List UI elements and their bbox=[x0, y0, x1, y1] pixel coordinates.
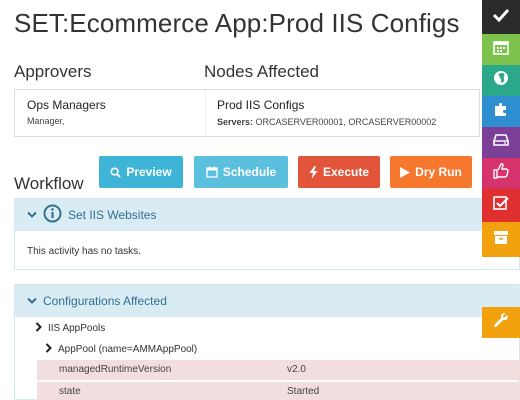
rail-item-storage[interactable] bbox=[482, 127, 520, 158]
hdd-icon bbox=[493, 133, 509, 152]
tree-node-iis-apppools[interactable]: IIS AppPools bbox=[35, 322, 105, 335]
preview-button[interactable]: Preview bbox=[99, 156, 183, 188]
schedule-button[interactable]: Schedule bbox=[194, 156, 288, 188]
play-icon bbox=[400, 166, 411, 178]
approvers-nodes-box: Ops Managers Manager, Prod IIS Configs S… bbox=[14, 89, 480, 137]
workflow-heading: Workflow bbox=[14, 174, 84, 193]
schedule-label: Schedule bbox=[222, 165, 277, 179]
tree-node-label: IIS AppPools bbox=[48, 323, 106, 334]
side-action-rail bbox=[482, 0, 520, 338]
wrench-icon bbox=[493, 312, 509, 333]
rail-item-check[interactable] bbox=[482, 0, 520, 34]
config-row: managedRuntimeVersion v2.0 bbox=[37, 360, 520, 380]
config-value: Started bbox=[287, 386, 320, 397]
chevron-right-icon bbox=[35, 322, 42, 335]
activity-panel-header[interactable]: Set IIS Websites bbox=[15, 199, 519, 231]
rail-item-checklist[interactable] bbox=[482, 189, 520, 222]
tree-node-apppool[interactable]: AppPool (name=AMMAppPool) bbox=[45, 343, 197, 356]
config-row: state Started bbox=[37, 382, 520, 400]
approver-name: Ops Managers bbox=[27, 98, 106, 112]
chevron-down-icon bbox=[27, 294, 37, 308]
page-title: SET:Ecommerce App:Prod IIS Configs bbox=[14, 8, 460, 38]
config-key: state bbox=[59, 386, 81, 397]
divider bbox=[205, 90, 206, 136]
search-icon bbox=[110, 166, 122, 178]
calendar-icon bbox=[493, 40, 509, 60]
thumbs-up-icon bbox=[493, 163, 509, 184]
rail-item-settings[interactable] bbox=[482, 307, 520, 338]
rail-item-calendar[interactable] bbox=[482, 34, 520, 65]
nodes-affected-heading: Nodes Affected bbox=[204, 62, 319, 81]
execute-label: Execute bbox=[322, 165, 370, 179]
activity-panel: Set IIS Websites This activity has no ta… bbox=[14, 198, 520, 270]
dry-run-label: Dry Run bbox=[415, 165, 462, 179]
activity-title: Set IIS Websites bbox=[68, 208, 157, 222]
dry-run-button[interactable]: Dry Run bbox=[390, 156, 472, 188]
approver-role: Manager, bbox=[27, 116, 65, 126]
tree-node-label: AppPool (name=AMMAppPool) bbox=[58, 344, 198, 355]
checked-list-icon bbox=[493, 195, 509, 216]
configurations-panel: Configurations Affected IIS AppPools App… bbox=[14, 284, 520, 400]
rail-item-plugins[interactable] bbox=[482, 96, 520, 127]
configurations-title: Configurations Affected bbox=[43, 294, 167, 308]
check-icon bbox=[492, 8, 510, 27]
configurations-panel-header[interactable]: Configurations Affected bbox=[15, 285, 519, 317]
chevron-right-icon bbox=[45, 343, 52, 356]
calendar-icon bbox=[206, 166, 218, 178]
approvers-heading: Approvers bbox=[14, 62, 92, 81]
config-key: managedRuntimeVersion bbox=[59, 364, 172, 375]
puzzle-icon bbox=[493, 101, 509, 122]
globe-icon bbox=[493, 70, 509, 91]
rail-item-globe[interactable] bbox=[482, 65, 520, 96]
execute-button[interactable]: Execute bbox=[298, 156, 380, 188]
node-name: Prod IIS Configs bbox=[217, 98, 305, 112]
servers-value: ORCASERVER00001, ORCASERVER00002 bbox=[255, 117, 437, 127]
servers-label: Servers: bbox=[217, 117, 254, 127]
activity-empty-text: This activity has no tasks. bbox=[27, 246, 141, 257]
node-servers: Servers: ORCASERVER00001, ORCASERVER0000… bbox=[217, 117, 436, 127]
rail-item-approve[interactable] bbox=[482, 158, 520, 189]
bolt-icon bbox=[309, 165, 318, 179]
archive-icon bbox=[493, 230, 509, 250]
rail-item-archive[interactable] bbox=[482, 222, 520, 257]
info-circle-icon bbox=[43, 204, 62, 226]
chevron-down-icon bbox=[27, 208, 37, 222]
config-value: v2.0 bbox=[287, 364, 306, 375]
preview-label: Preview bbox=[126, 165, 172, 179]
